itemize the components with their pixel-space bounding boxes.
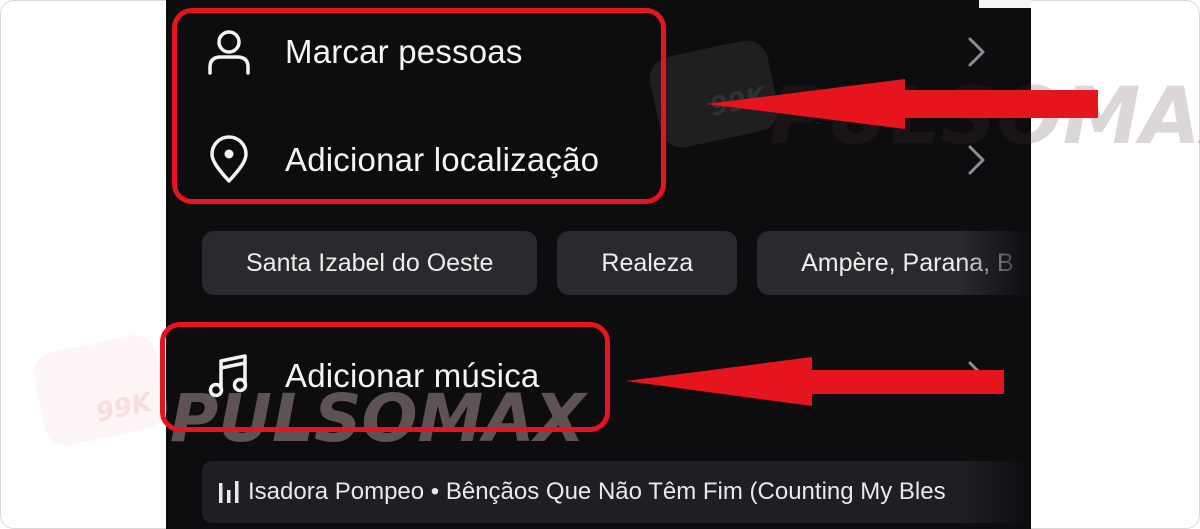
add-location-row[interactable]: Adicionar localização xyxy=(166,115,1031,205)
add-location-label: Adicionar localização xyxy=(285,141,600,178)
music-suggestion-text: Isadora Pompeo • Bênçãos Que Não Têm Fim… xyxy=(248,478,946,505)
music-suggestion-chip[interactable]: Isadora Pompeo • Bênçãos Que Não Têm Fim… xyxy=(202,461,1031,523)
location-pin-icon xyxy=(204,135,254,185)
person-icon xyxy=(204,27,254,77)
location-chip[interactable]: Realeza xyxy=(557,231,738,295)
tag-people-label: Marcar pessoas xyxy=(285,33,523,70)
location-chip[interactable]: Ampère, Parana, B xyxy=(757,231,1031,295)
chevron-right-icon xyxy=(968,37,985,67)
instagram-post-options-panel: Marcar pessoas Adicionar localização San… xyxy=(166,0,1031,529)
add-music-row[interactable]: Adicionar música xyxy=(166,331,1031,421)
location-chip[interactable]: Santa Izabel do Oeste xyxy=(202,231,538,295)
add-music-label: Adicionar música xyxy=(285,357,540,394)
chevron-right-icon xyxy=(968,145,985,175)
music-note-icon xyxy=(204,351,254,401)
equalizer-icon xyxy=(219,481,239,503)
tag-people-row[interactable]: Marcar pessoas xyxy=(166,7,1031,97)
chevron-right-icon xyxy=(968,361,985,391)
location-suggestions: Santa Izabel do Oeste Realeza Ampère, Pa… xyxy=(202,231,1031,295)
